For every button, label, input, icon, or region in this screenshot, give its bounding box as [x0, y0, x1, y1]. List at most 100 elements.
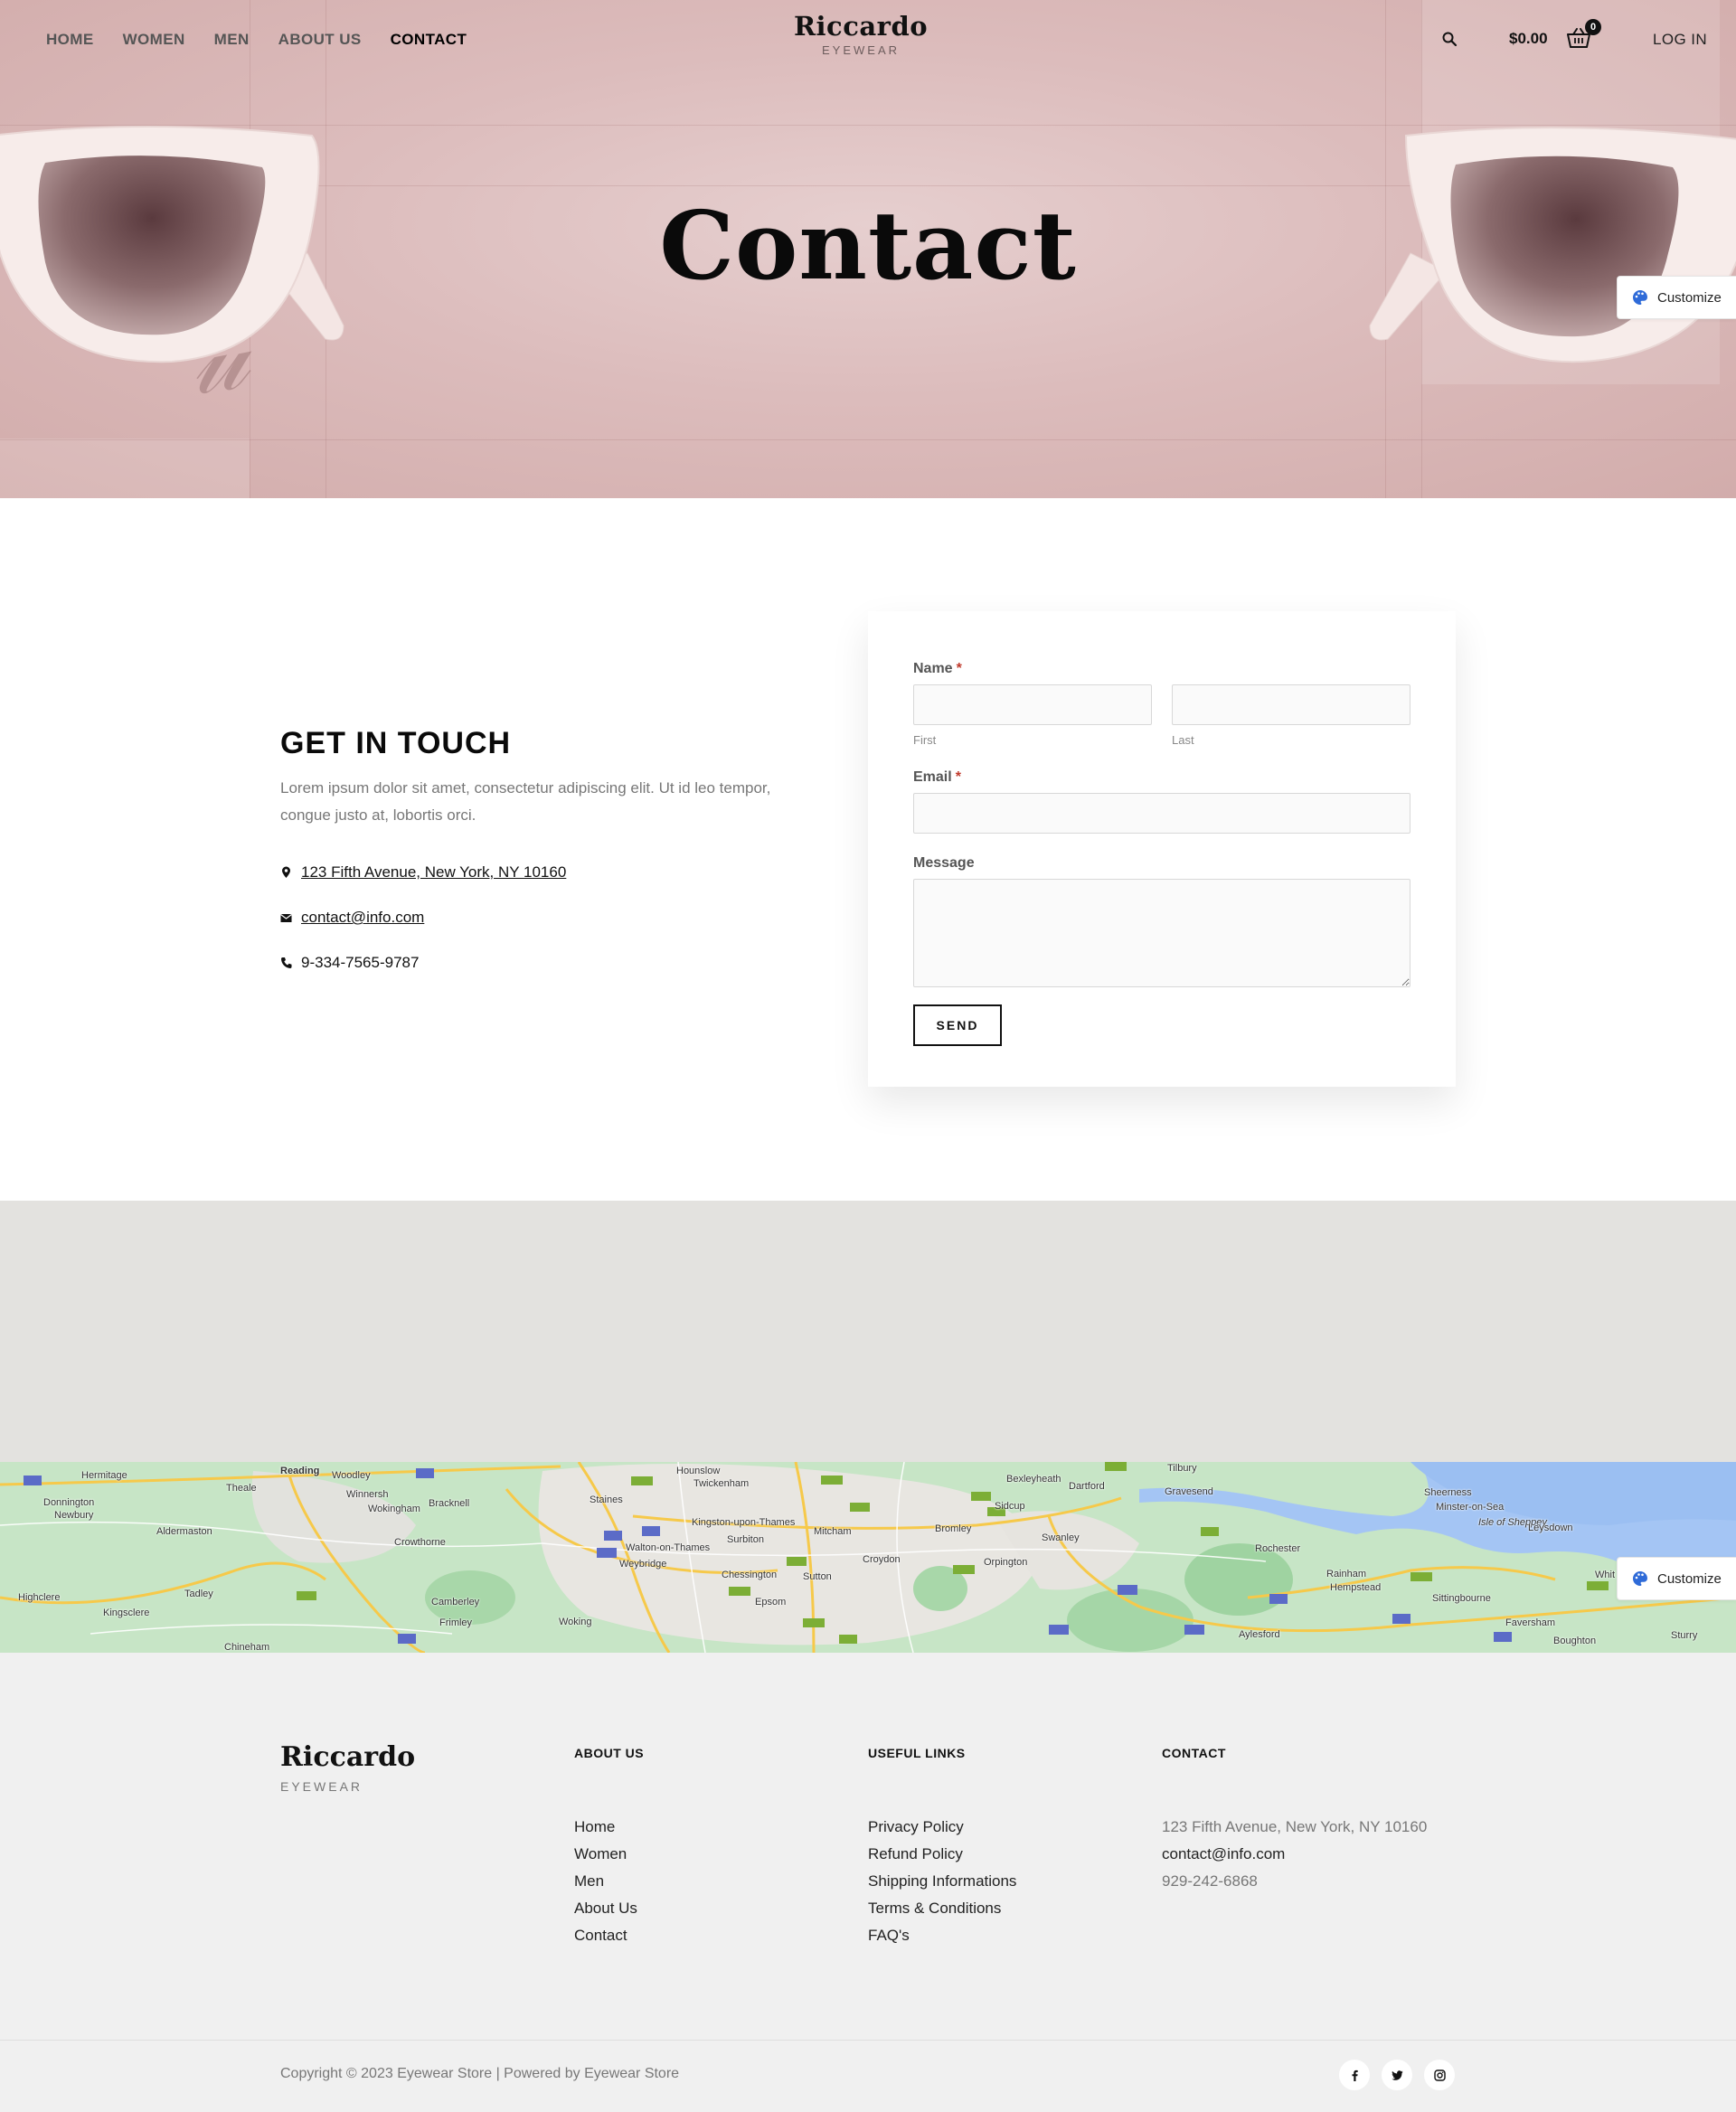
hero-decor-panel: [0, 438, 250, 498]
footer-divider: [0, 2040, 1736, 2041]
customize-button[interactable]: Customize: [1617, 1557, 1736, 1600]
facebook-icon[interactable]: [1339, 2060, 1370, 2090]
footer-link-contact[interactable]: Contact: [574, 1922, 644, 1949]
map-place-label: Rainham: [1326, 1569, 1367, 1579]
footer-logo-name[interactable]: Riccardo: [280, 1741, 415, 1773]
contact-address: 123 Fifth Avenue, New York, NY 10160: [280, 863, 566, 882]
message-textarea[interactable]: [913, 879, 1410, 987]
footer-link-men[interactable]: Men: [574, 1868, 644, 1895]
map-place-label: Sheerness: [1424, 1487, 1472, 1498]
map-place-label: Swanley: [1042, 1532, 1080, 1543]
send-button[interactable]: SEND: [913, 1004, 1002, 1046]
name-label: Name *: [913, 661, 962, 676]
last-name-sublabel: Last: [1172, 733, 1194, 747]
footer-link-refund-policy[interactable]: Refund Policy: [868, 1841, 1016, 1868]
footer-link-about-us[interactable]: About Us: [574, 1895, 644, 1922]
email-input[interactable]: [913, 793, 1410, 834]
map-place-label: Tadley: [184, 1589, 213, 1599]
site-logo[interactable]: Riccardo EYEWEAR: [0, 11, 1722, 57]
map-place-label: Wokingham: [368, 1504, 420, 1514]
contact-form: Name * First Last Email * Message SEND: [868, 611, 1456, 1087]
map-place-label: Frimley: [439, 1617, 473, 1628]
footer-useful-links-heading: USEFUL LINKS: [868, 1746, 966, 1760]
footer-phone: 929-242-6868: [1162, 1872, 1258, 1890]
map-place-label: Hermitage: [81, 1470, 127, 1481]
phone-number: 9-334-7565-9787: [301, 954, 420, 971]
map-place-label: Woking: [559, 1617, 592, 1627]
map-place-label: Sturry: [1671, 1630, 1698, 1641]
map-place-label: Sidcup: [995, 1501, 1025, 1512]
footer-link-women[interactable]: Women: [574, 1841, 644, 1868]
map-place-label: Minster-on-Sea: [1436, 1502, 1505, 1513]
envelope-icon: [280, 914, 292, 922]
first-name-sublabel: First: [913, 733, 937, 747]
footer-link-shipping[interactable]: Shipping Informations: [868, 1868, 1016, 1895]
cart-count-badge: 0: [1585, 19, 1601, 35]
map-place-label: Reading: [280, 1466, 320, 1476]
map-place-label: Theale: [226, 1483, 257, 1494]
login-link[interactable]: LOG IN: [1653, 31, 1707, 49]
map-place-label: Donnington: [43, 1497, 95, 1508]
get-in-touch-text: Lorem ipsum dolor sit amet, consectetur …: [280, 779, 771, 824]
map-place-label: Epsom: [755, 1597, 787, 1608]
map-place-label: Winnersh: [346, 1489, 389, 1500]
map-place-label: Tilbury: [1167, 1463, 1197, 1474]
map-place-label: Walton-on-Thames: [626, 1542, 711, 1553]
map-place-label: Mitcham: [814, 1526, 852, 1537]
map-place-label: Staines: [590, 1494, 623, 1505]
map-place-label: Dartford: [1069, 1481, 1105, 1492]
footer-link-privacy-policy[interactable]: Privacy Policy: [868, 1814, 1016, 1841]
footer-link-home[interactable]: Home: [574, 1814, 644, 1841]
map-place-label: Surbiton: [727, 1534, 764, 1545]
page-title: Contact: [659, 190, 1077, 301]
footer-address: 123 Fifth Avenue, New York, NY 10160: [1162, 1818, 1428, 1835]
footer-about-column: ABOUT US Home Women Men About Us Contact: [574, 1746, 644, 1949]
first-name-input[interactable]: [913, 684, 1152, 725]
map-place-label: Weybridge: [619, 1559, 667, 1570]
site-footer: Riccardo EYEWEAR ABOUT US Home Women Men…: [0, 1653, 1736, 2112]
customize-label: Customize: [1657, 1570, 1722, 1587]
map-place-label: Chineham: [224, 1642, 270, 1653]
map-place-label: Newbury: [54, 1510, 94, 1521]
map-place-label: Camberley: [431, 1597, 480, 1608]
address-link[interactable]: 123 Fifth Avenue, New York, NY 10160: [301, 863, 566, 882]
footer-useful-links-column: USEFUL LINKS Privacy Policy Refund Polic…: [868, 1746, 1016, 1949]
palette-icon: [1633, 1571, 1647, 1586]
palette-icon: [1633, 290, 1647, 305]
footer-email-link[interactable]: contact@info.com: [1162, 1841, 1427, 1868]
map-place-label: Kingsclere: [103, 1608, 150, 1618]
phone-icon: [281, 957, 292, 968]
map-place-label: Woodley: [332, 1470, 371, 1481]
contact-phone: 9-334-7565-9787: [280, 954, 419, 972]
hero-grid-line: [0, 439, 1736, 440]
map-place-label: Rochester: [1255, 1543, 1301, 1554]
map-place-label: Croydon: [863, 1554, 901, 1565]
logo-name: Riccardo: [793, 11, 929, 42]
map-place-label: Sutton: [803, 1571, 832, 1582]
map-place-label: Twickenham: [693, 1478, 750, 1489]
last-name-input[interactable]: [1172, 684, 1410, 725]
cart-total[interactable]: $0.00: [1509, 30, 1548, 48]
search-icon[interactable]: [1441, 31, 1458, 47]
map-place-label: Aldermaston: [156, 1526, 212, 1537]
map-place-label: Bromley: [935, 1523, 972, 1534]
contact-email: contact@info.com: [280, 909, 424, 927]
instagram-icon[interactable]: [1424, 2060, 1455, 2090]
customize-button[interactable]: Customize: [1617, 276, 1736, 319]
map-place-label: Orpington: [984, 1557, 1028, 1568]
email-link[interactable]: contact@info.com: [301, 909, 424, 927]
top-navigation: HOME WOMEN MEN ABOUT US CONTACT Riccardo…: [0, 0, 1736, 78]
map-place-label: Chessington: [722, 1570, 778, 1580]
map-place-label: Whit: [1595, 1570, 1615, 1580]
map-place-label: Hounslow: [676, 1466, 721, 1476]
twitter-icon[interactable]: [1382, 2060, 1412, 2090]
footer-link-faqs[interactable]: FAQ's: [868, 1922, 1016, 1949]
location-map[interactable]: Hermitage Reading Woodley Theale Donning…: [0, 1462, 1736, 1653]
map-place-label: Gravesend: [1165, 1486, 1213, 1497]
customize-label: Customize: [1657, 289, 1722, 306]
email-label: Email *: [913, 769, 961, 785]
message-label: Message: [913, 855, 975, 871]
map-place-label: Faversham: [1505, 1617, 1556, 1628]
get-in-touch-heading: GET IN TOUCH: [280, 726, 512, 760]
footer-link-terms[interactable]: Terms & Conditions: [868, 1895, 1016, 1922]
